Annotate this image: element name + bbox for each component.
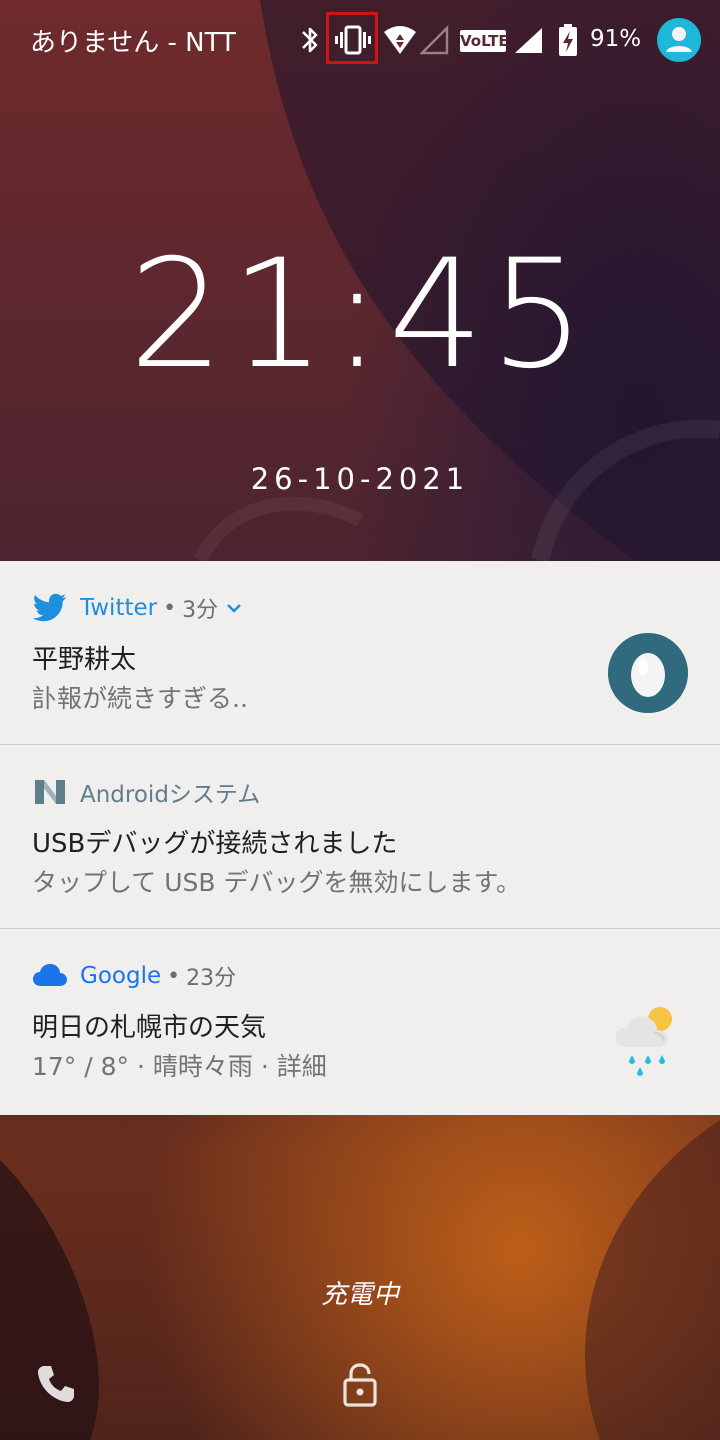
notification-header: Google • 23分: [32, 961, 236, 991]
notification-title: 明日の札幌市の天気: [32, 1013, 267, 1043]
clock-minutes: 45: [388, 228, 592, 402]
clock-hours: 21: [128, 228, 332, 402]
lockscreen-date: 26-10-2021: [250, 462, 470, 496]
phone-icon[interactable]: [34, 1362, 78, 1406]
volte-icon: VoLTE: [460, 30, 509, 52]
notification-app-name: Androidシステム: [80, 782, 261, 808]
signal-empty-icon: [420, 25, 449, 55]
vibrate-highlight-box: [326, 12, 378, 64]
notification-header: Androidシステム: [32, 777, 261, 808]
bluetooth-icon: [302, 27, 318, 53]
battery-percent: 91%: [590, 26, 642, 52]
notification-text: 17° / 8° · 晴時々雨 · 詳細: [32, 1052, 327, 1081]
lockscreen-clock: 21:45: [0, 240, 720, 390]
notification-title: 平野耕太: [32, 645, 137, 675]
notification-text: タップして USB デバッグを無効にします。: [32, 868, 521, 897]
signal-full-icon: [515, 28, 542, 53]
cloud-icon: [33, 964, 67, 986]
clock-colon: :: [331, 228, 389, 402]
wifi-icon: [384, 26, 416, 54]
weather-sun-rain-icon: [615, 1007, 672, 1076]
user-avatar-icon[interactable]: [657, 18, 701, 62]
chevron-down-icon[interactable]: [226, 602, 242, 614]
notification-text: 訃報が続きすぎる..: [32, 684, 248, 713]
twitter-bird-icon: [32, 593, 66, 622]
header-separator: •: [163, 595, 177, 621]
notification-header: Twitter • 3分: [32, 593, 242, 623]
battery-charging-icon: [559, 24, 577, 56]
header-separator: •: [167, 963, 181, 989]
carrier-label: ありません - NTT: [30, 28, 236, 58]
notification-app-name: Twitter: [80, 595, 158, 621]
egg-avatar-thumbnail: [608, 633, 688, 713]
notification-app-name: Google: [80, 963, 162, 989]
notification-android-system[interactable]: Androidシステム USBデバッグが接続されました タップして USB デバ…: [0, 745, 720, 929]
status-bar: ありません - NTT VoLTE 91%: [0, 0, 720, 82]
notification-time: 3分: [182, 598, 219, 623]
notification-twitter[interactable]: Twitter • 3分 平野耕太 訃報が続きすぎる..: [0, 561, 720, 745]
notification-title: USBデバッグが接続されました: [32, 829, 398, 859]
android-n-icon: [35, 780, 65, 804]
lock-icon[interactable]: [340, 1362, 380, 1408]
notification-time: 23分: [186, 966, 237, 991]
charging-status: 充電中: [320, 1280, 399, 1310]
